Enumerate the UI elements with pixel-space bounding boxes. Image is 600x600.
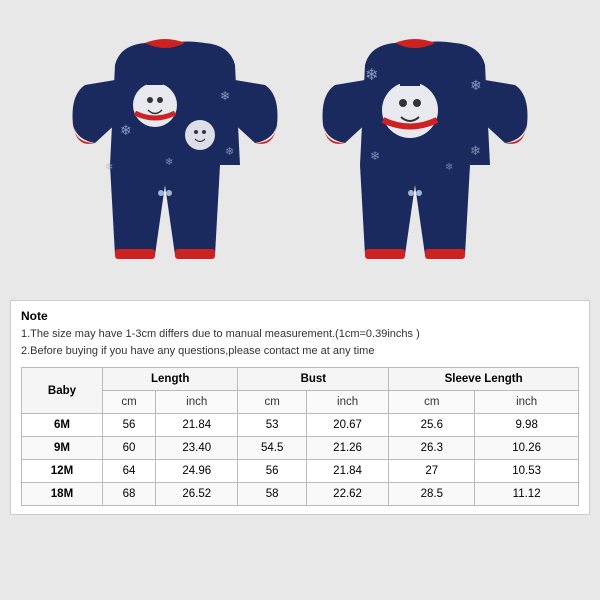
baby-header: Baby <box>22 368 103 414</box>
length-inch-header: inch <box>156 391 238 414</box>
table-row: 9M 60 23.40 54.5 21.26 26.3 10.26 <box>22 437 579 460</box>
sleeve-cm-cell: 25.6 <box>389 414 475 437</box>
svg-text:❄: ❄ <box>370 149 380 163</box>
bust-cm-cell: 58 <box>238 483 306 506</box>
length-inch-cell: 26.52 <box>156 483 238 506</box>
bust-cm-cell: 56 <box>238 460 306 483</box>
sleeve-inch-cell: 9.98 <box>475 414 579 437</box>
bust-cm-cell: 53 <box>238 414 306 437</box>
length-cm-cell: 56 <box>102 414 155 437</box>
product-image-back: ❄ ❄ ❄ ❄ ❄ <box>315 25 535 285</box>
bust-inch-cell: 20.67 <box>306 414 388 437</box>
bust-cm-cell: 54.5 <box>238 437 306 460</box>
svg-text:❄: ❄ <box>470 77 482 93</box>
table-row: 18M 68 26.52 58 22.62 28.5 11.12 <box>22 483 579 506</box>
size-cell: 18M <box>22 483 103 506</box>
length-cm-cell: 64 <box>102 460 155 483</box>
size-cell: 9M <box>22 437 103 460</box>
svg-text:❄: ❄ <box>165 157 173 168</box>
size-cell: 12M <box>22 460 103 483</box>
sleeve-cm-header: cm <box>389 391 475 414</box>
note-section: Note 1.The size may have 1-3cm differs d… <box>21 309 579 359</box>
length-inch-cell: 24.96 <box>156 460 238 483</box>
bust-header: Bust <box>238 368 389 391</box>
length-inch-cell: 21.84 <box>156 414 238 437</box>
length-cm-cell: 68 <box>102 483 155 506</box>
product-image-front: ❄ ❄ ❄ ❄ ❄ <box>65 25 285 285</box>
sleeve-inch-header: inch <box>475 391 579 414</box>
bust-inch-header: inch <box>306 391 388 414</box>
sleeve-cm-cell: 26.3 <box>389 437 475 460</box>
images-area: ❄ ❄ ❄ ❄ ❄ <box>10 10 590 300</box>
bust-inch-cell: 21.84 <box>306 460 388 483</box>
length-cm-header: cm <box>102 391 155 414</box>
table-header-main: Baby Length Bust Sleeve Length <box>22 368 579 391</box>
bust-cm-header: cm <box>238 391 306 414</box>
table-body: 6M 56 21.84 53 20.67 25.6 9.98 9M 60 23.… <box>22 414 579 506</box>
romper-svg-front: ❄ ❄ ❄ ❄ ❄ <box>65 25 285 285</box>
svg-text:❄: ❄ <box>220 89 230 103</box>
romper-svg-back: ❄ ❄ ❄ ❄ ❄ <box>315 25 535 285</box>
svg-text:❄: ❄ <box>365 67 378 84</box>
size-table: Baby Length Bust Sleeve Length cm inch c… <box>21 367 579 506</box>
sleeve-inch-cell: 10.53 <box>475 460 579 483</box>
note-line2: 2.Before buying if you have any question… <box>21 343 579 360</box>
length-cm-cell: 60 <box>102 437 155 460</box>
main-container: ❄ ❄ ❄ ❄ ❄ <box>0 0 600 600</box>
sleeve-header: Sleeve Length <box>389 368 579 391</box>
table-row: 6M 56 21.84 53 20.67 25.6 9.98 <box>22 414 579 437</box>
length-inch-cell: 23.40 <box>156 437 238 460</box>
sleeve-inch-cell: 10.26 <box>475 437 579 460</box>
svg-text:❄: ❄ <box>225 146 234 158</box>
table-row: 12M 64 24.96 56 21.84 27 10.53 <box>22 460 579 483</box>
sleeve-inch-cell: 11.12 <box>475 483 579 506</box>
size-cell: 6M <box>22 414 103 437</box>
table-header-sub: cm inch cm inch cm inch <box>22 391 579 414</box>
svg-text:❄: ❄ <box>445 162 453 173</box>
note-title: Note <box>21 309 579 323</box>
svg-text:❄: ❄ <box>470 143 481 158</box>
length-header: Length <box>102 368 237 391</box>
note-line1: 1.The size may have 1-3cm differs due to… <box>21 326 579 343</box>
bust-inch-cell: 22.62 <box>306 483 388 506</box>
size-chart-container: Note 1.The size may have 1-3cm differs d… <box>10 300 590 515</box>
svg-text:❄: ❄ <box>105 162 113 173</box>
sleeve-cm-cell: 28.5 <box>389 483 475 506</box>
bust-inch-cell: 21.26 <box>306 437 388 460</box>
sleeve-cm-cell: 27 <box>389 460 475 483</box>
svg-text:❄: ❄ <box>120 122 132 138</box>
